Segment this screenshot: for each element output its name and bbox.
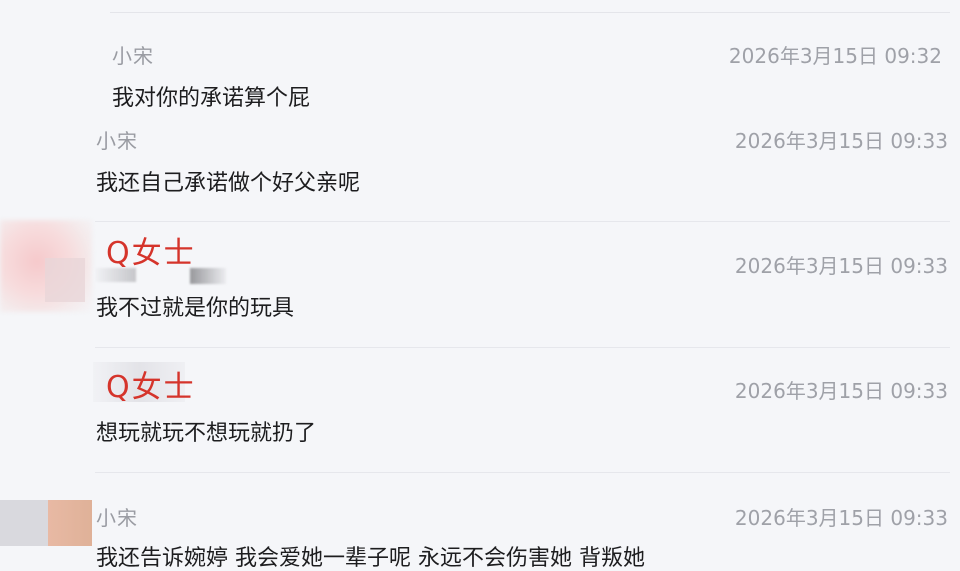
message-text: 我还自己承诺做个好父亲呢 <box>96 171 361 196</box>
divider <box>95 221 950 222</box>
chat-history: 小宋 2026年3月15日 09:32 我对你的承诺算个屁 小宋 2026年3月… <box>0 0 960 571</box>
sender-name: 小宋 <box>96 506 138 530</box>
message-timestamp: 2026年3月15日 09:33 <box>734 379 948 403</box>
message-text: 我对你的承诺算个屁 <box>112 86 311 111</box>
avatar-blur <box>48 500 92 546</box>
sender-name: 小宋 <box>96 129 138 153</box>
avatar-blur <box>45 258 85 302</box>
sender-name: Q女士 <box>106 236 196 271</box>
divider <box>95 472 950 473</box>
message-text: 我不过就是你的玩具 <box>96 296 295 321</box>
message-timestamp: 2026年3月15日 09:33 <box>734 254 948 278</box>
message-text: 我还告诉婉婷 我会爱她一辈子呢 永远不会伤害她 背叛她 <box>96 546 645 571</box>
message-timestamp: 2026年3月15日 09:33 <box>734 506 948 530</box>
message-timestamp: 2026年3月15日 09:32 <box>728 44 942 68</box>
divider <box>95 347 950 348</box>
sender-name: Q女士 <box>106 370 196 405</box>
divider <box>110 12 950 13</box>
message-timestamp: 2026年3月15日 09:33 <box>734 129 948 153</box>
message-text: 想玩就玩不想玩就扔了 <box>96 421 317 446</box>
sender-name: 小宋 <box>112 44 154 68</box>
avatar[interactable] <box>0 500 50 546</box>
